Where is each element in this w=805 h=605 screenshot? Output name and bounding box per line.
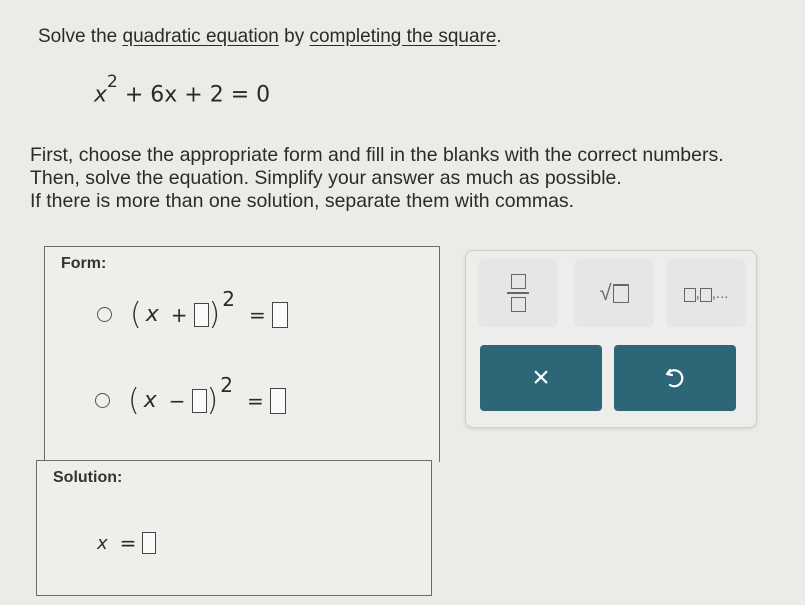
variable: x [145,302,159,327]
exponent: 2 [220,372,233,397]
given-equation: x2 + 6x + 2 = 0 [94,72,271,108]
undo-icon [665,368,684,388]
math-keypad: √ ,,... × [465,250,757,428]
open-paren: ( [130,297,142,332]
equation-exponent: 2 [107,72,118,92]
question-mid: by [278,26,310,47]
equals-sign: = [119,531,137,555]
blank-minus-rhs[interactable] [269,387,286,414]
instructions: First, choose the appropriate form and f… [30,144,724,213]
fraction-button[interactable] [478,259,558,327]
quadratic-equation-link[interactable]: quadratic equation [123,26,279,47]
question-text: Solve the quadratic equation by completi… [38,26,502,48]
blank-plus-constant[interactable] [193,302,209,327]
equation-rest: + 6x + 2 = 0 [117,82,271,108]
close-paren: ) [208,297,221,332]
radio-form-minus[interactable] [95,393,110,408]
square-root-icon: √ [599,280,629,306]
solution-label: Solution: [53,469,123,486]
plus-sign: + [170,302,188,327]
list-icon: ,,... [683,284,729,302]
blank-minus-constant[interactable] [191,388,207,413]
open-paren: ( [128,383,140,418]
solution-row: x = [93,531,157,555]
list-suffix: ,... [711,284,729,302]
instruction-line: First, choose the appropriate form and f… [30,144,724,166]
blank-plus-rhs[interactable] [271,301,288,328]
question-intro: Solve the [38,26,123,47]
close-paren: ) [206,383,219,418]
equals-sign: = [248,302,266,327]
exponent: 2 [222,286,235,311]
clear-button[interactable]: × [480,345,602,411]
equals-sign: = [246,388,264,413]
solution-input[interactable] [142,532,157,554]
variable: x [143,388,157,413]
instruction-line: If there is more than one solution, sepa… [30,190,575,212]
solution-panel: Solution: x = [36,460,432,596]
radio-form-plus[interactable] [97,307,112,322]
form-option-plus: ( x + ) 2 = [97,287,288,332]
form-panel: Form: ( x + ) 2 = ( x − ) 2 = [44,246,440,462]
close-icon: × [532,361,550,394]
minus-sign: − [168,388,186,413]
solution-variable: x [97,532,108,554]
list-button[interactable]: ,,... [666,259,746,327]
sqrt-button[interactable]: √ [574,259,654,327]
completing-the-square-link[interactable]: completing the square [309,26,496,47]
equation-variable: x [94,82,108,108]
question-end: . [496,26,502,47]
fraction-icon [507,274,529,312]
undo-button[interactable] [614,345,736,411]
instruction-line: Then, solve the equation. Simplify your … [30,167,622,189]
form-label: Form: [61,255,107,272]
form-option-minus: ( x − ) 2 = [95,373,286,418]
